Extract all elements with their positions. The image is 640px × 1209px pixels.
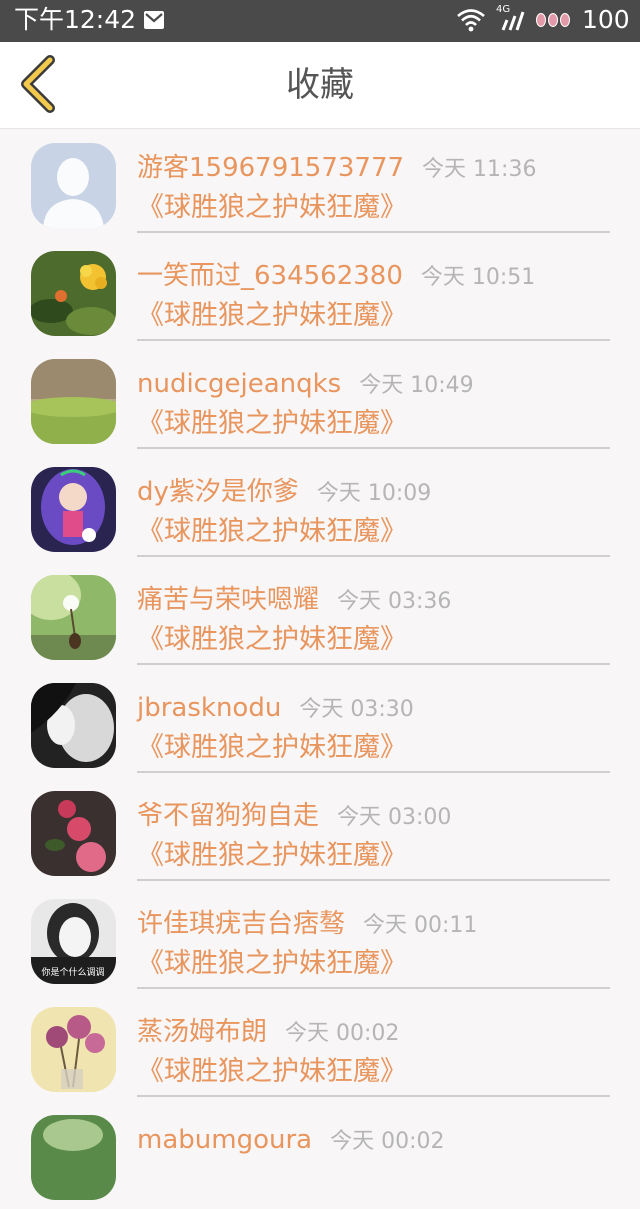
timestamp: 今天 03:00 (337, 805, 452, 830)
divider (137, 231, 610, 233)
status-time: 下午12:42 (14, 5, 137, 34)
book-title[interactable]: 《球胜狼之护妹狂魔》 (137, 945, 407, 983)
list-item[interactable]: 一笑而过_634562380 今天 10:51 《球胜狼之护妹狂魔》 (0, 237, 640, 345)
user-name: 一笑而过_634562380 (137, 261, 403, 291)
user-name: 爷不留狗狗自走 (137, 801, 320, 831)
divider (137, 447, 610, 449)
timestamp: 今天 00:02 (330, 1129, 445, 1154)
timestamp: 今天 10:49 (359, 373, 474, 398)
battery-level: 100 (582, 5, 630, 34)
list-item[interactable]: 痛苦与荣呋嗯耀 今天 03:36 《球胜狼之护妹狂魔》 (0, 561, 640, 669)
book-title[interactable]: 《球胜狼之护妹狂魔》 (137, 513, 407, 551)
list-item[interactable]: nudicgejeanqks 今天 10:49 《球胜狼之护妹狂魔》 (0, 345, 640, 453)
list-item[interactable]: mabumgoura 今天 00:02 (0, 1101, 640, 1209)
list-item[interactable]: 爷不留狗狗自走 今天 03:00 《球胜狼之护妹狂魔》 (0, 777, 640, 885)
status-bar: 下午12:42 4G 100 (0, 0, 640, 42)
timestamp: 今天 03:36 (337, 589, 452, 614)
favorites-list: 游客1596791573777 今天 11:36 《球胜狼之护妹狂魔》 一笑而过_… (0, 129, 640, 1209)
user-name: 蒸汤姆布朗 (137, 1017, 268, 1047)
list-item[interactable]: 你是个什么调调 许佳琪疣吉台痞骜 今天 00:11 《球胜狼之护妹狂魔》 (0, 885, 640, 993)
pink-roses-avatar[interactable] (31, 1007, 116, 1092)
timestamp: 今天 10:51 (420, 265, 536, 290)
book-title[interactable]: 《球胜狼之护妹狂魔》 (137, 837, 407, 875)
timestamp: 今天 00:02 (285, 1021, 400, 1046)
flowers-avatar[interactable] (31, 251, 116, 336)
battery-icon (536, 12, 572, 31)
book-title[interactable]: 《球胜狼之护妹狂魔》 (137, 621, 407, 659)
user-name: dy紫汐是你爹 (137, 477, 299, 507)
list-item[interactable]: 游客1596791573777 今天 11:36 《球胜狼之护妹狂魔》 (0, 129, 640, 237)
divider (137, 555, 610, 557)
wifi-icon (457, 9, 485, 32)
bw-portrait-avatar[interactable] (31, 683, 116, 768)
book-title[interactable]: 《球胜狼之护妹狂魔》 (137, 405, 407, 443)
avatar-caption: 你是个什么调调 (41, 966, 104, 978)
grass-avatar[interactable] (31, 359, 116, 444)
timestamp: 今天 03:30 (299, 697, 414, 722)
dandelion-avatar[interactable] (31, 575, 116, 660)
list-item[interactable]: 蒸汤姆布朗 今天 00:02 《球胜狼之护妹狂魔》 (0, 993, 640, 1101)
user-name: nudicgejeanqks (137, 369, 342, 399)
green-avatar[interactable] (31, 1115, 116, 1200)
divider (137, 1095, 610, 1097)
timestamp: 今天 11:36 (422, 157, 537, 182)
girl-caption-avatar[interactable]: 你是个什么调调 (31, 899, 116, 984)
user-name: 游客1596791573777 (137, 153, 405, 183)
list-item[interactable]: jbrasknodu 今天 03:30 《球胜狼之护妹狂魔》 (0, 669, 640, 777)
book-title[interactable]: 《球胜狼之护妹狂魔》 (137, 297, 407, 335)
divider (137, 339, 610, 341)
divider (137, 663, 610, 665)
list-item[interactable]: dy紫汐是你爹 今天 10:09 《球胜狼之护妹狂魔》 (0, 453, 640, 561)
book-title[interactable]: 《球胜狼之护妹狂魔》 (137, 1053, 407, 1091)
timestamp: 今天 10:09 (316, 481, 432, 506)
mail-icon (144, 11, 164, 29)
user-name: 痛苦与荣呋嗯耀 (137, 585, 320, 615)
divider (137, 879, 610, 881)
header: 收藏 (0, 42, 640, 129)
book-title[interactable]: 《球胜狼之护妹狂魔》 (137, 729, 407, 767)
user-name: mabumgoura (137, 1125, 313, 1155)
divider (137, 987, 610, 989)
user-name: jbrasknodu (137, 693, 282, 723)
page-title: 收藏 (286, 65, 354, 105)
anime-girl-avatar[interactable] (31, 467, 116, 552)
signal-icon (501, 11, 525, 31)
roses-avatar[interactable] (31, 791, 116, 876)
timestamp: 今天 00:11 (363, 913, 478, 938)
divider (137, 771, 610, 773)
default-avatar-icon[interactable] (31, 143, 116, 228)
book-title[interactable]: 《球胜狼之护妹狂魔》 (137, 189, 407, 227)
user-name: 许佳琪疣吉台痞骜 (137, 909, 346, 939)
